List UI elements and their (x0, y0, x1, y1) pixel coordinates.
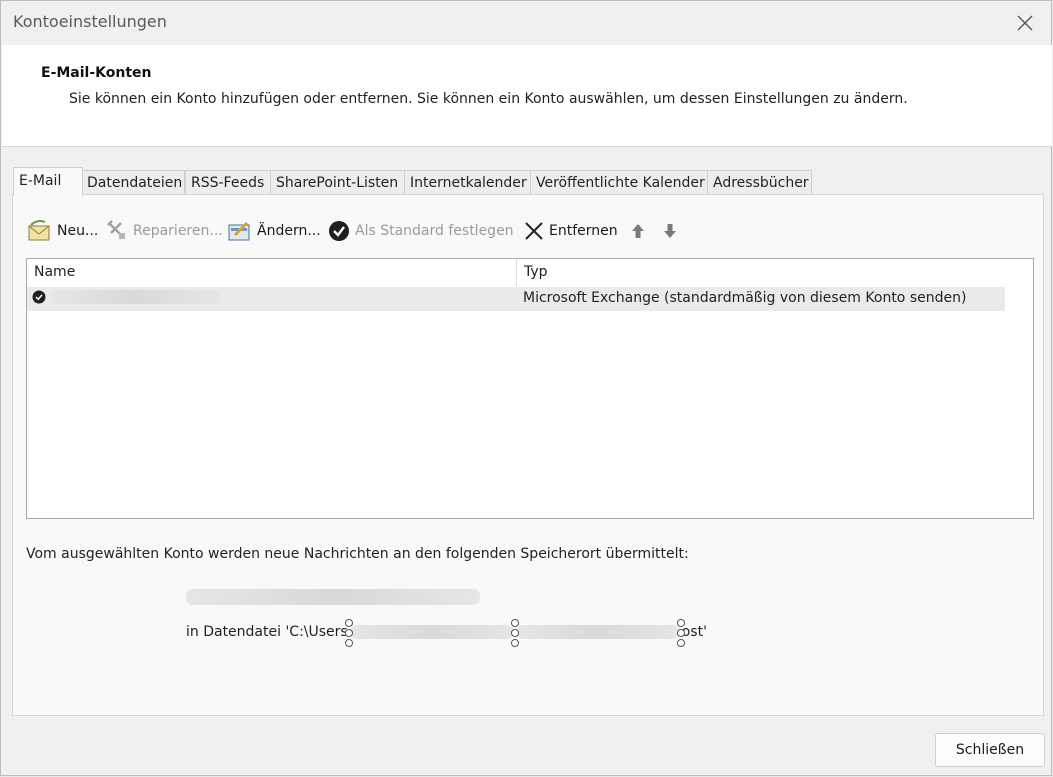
delivery-store-name (186, 589, 480, 609)
delivery-info-text: Vom ausgewählten Konto werden neue Nachr… (26, 546, 689, 562)
new-account-button[interactable]: Neu... (27, 217, 98, 245)
section-title: E-Mail-Konten (41, 65, 152, 81)
new-mail-icon (28, 220, 50, 241)
move-down-button[interactable] (661, 217, 683, 245)
move-up-button[interactable] (629, 217, 651, 245)
title-bar: Kontoeinstellungen (1, 1, 1051, 45)
remove-x-icon (525, 222, 543, 240)
change-settings-icon (228, 221, 250, 241)
window-title: Kontoeinstellungen (13, 12, 167, 31)
tab-email[interactable]: E-Mail (13, 167, 83, 196)
account-settings-dialog: Kontoeinstellungen E-Mail-Konten Sie kön… (0, 0, 1052, 776)
dialog-header: E-Mail-Konten Sie können ein Konto hinzu… (2, 45, 1052, 147)
default-account-check-icon (32, 290, 46, 304)
path-redacted-1 (349, 625, 514, 639)
remove-button[interactable]: Entfernen (523, 217, 618, 245)
repair-label: Reparieren... (133, 223, 223, 239)
path-redacted-2 (515, 625, 680, 639)
account-row[interactable]: Microsoft Exchange (standardmäßig von di… (27, 287, 1005, 311)
tab-published-calendars[interactable]: Veröffentlichte Kalender (530, 170, 708, 195)
account-name-cell (32, 290, 220, 304)
close-icon (1017, 15, 1033, 31)
resize-handle (344, 619, 353, 647)
tab-sharepoint-lists[interactable]: SharePoint-Listen (270, 170, 405, 195)
accounts-list: Name Typ Microsoft Exchange (standardmäß… (26, 258, 1034, 519)
close-window-button[interactable] (1007, 7, 1043, 39)
email-tab-panel: Neu... Reparieren... Ändern... Als Stand… (12, 194, 1044, 716)
tab-internet-calendars[interactable]: Internetkalender (404, 170, 531, 195)
accounts-list-header: Name Typ (27, 259, 1005, 286)
store-name-redacted (186, 589, 480, 605)
checkmark-circle-icon (329, 221, 349, 241)
set-default-label: Als Standard festlegen (355, 223, 514, 239)
repair-button[interactable]: Reparieren... (105, 217, 223, 245)
remove-label: Entfernen (549, 223, 618, 239)
path-prefix: in Datendatei 'C:\Users (186, 624, 348, 640)
new-label: Neu... (57, 223, 99, 239)
tab-data-files[interactable]: Datendateien (81, 170, 185, 195)
close-button[interactable]: Schließen (935, 733, 1045, 767)
path-suffix: ost' (681, 624, 707, 640)
resize-handle (676, 619, 685, 647)
account-name-redacted (50, 290, 220, 304)
column-header-name[interactable]: Name (27, 259, 517, 286)
repair-tools-icon (107, 220, 125, 239)
change-label: Ändern... (257, 223, 321, 239)
tab-address-books[interactable]: Adressbücher (707, 170, 812, 195)
column-header-type[interactable]: Typ (517, 259, 1005, 286)
account-type-cell: Microsoft Exchange (standardmäßig von di… (523, 290, 967, 306)
resize-handle (510, 619, 519, 647)
set-default-button[interactable]: Als Standard festlegen (327, 217, 514, 245)
change-button[interactable]: Ändern... (227, 217, 321, 245)
tab-rss-feeds[interactable]: RSS-Feeds (185, 170, 271, 195)
arrow-up-icon (632, 224, 644, 238)
section-description: Sie können ein Konto hinzufügen oder ent… (69, 91, 908, 107)
delivery-store-path: in Datendatei 'C:\Users ost' (186, 618, 707, 647)
arrow-down-icon (664, 224, 676, 238)
